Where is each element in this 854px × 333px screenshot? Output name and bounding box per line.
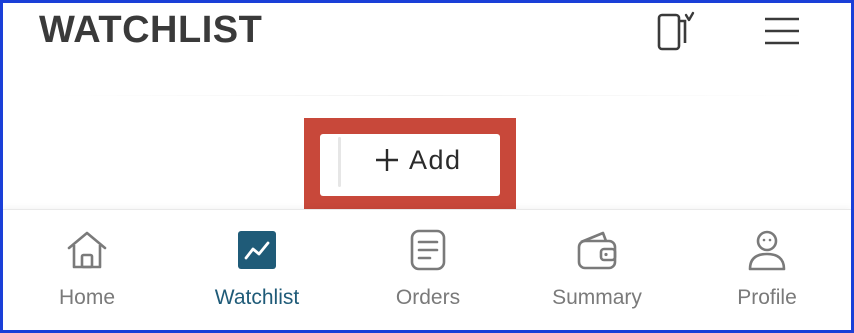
app-frame: WATCHLIST Add Home Watchlist Orders Summ… xyxy=(0,0,854,333)
watchlist-chart-icon xyxy=(235,228,279,272)
wallet-icon xyxy=(575,228,619,272)
add-button[interactable]: Add xyxy=(375,139,462,181)
plus-icon xyxy=(375,148,399,172)
header: WATCHLIST xyxy=(3,3,851,93)
add-card-edge xyxy=(338,137,341,187)
profile-icon xyxy=(745,228,789,272)
menu-button[interactable] xyxy=(761,7,805,55)
nav-label-summary: Summary xyxy=(552,286,642,309)
hamburger-menu-icon xyxy=(761,7,805,55)
phone-rotate-icon xyxy=(655,7,699,55)
nav-label-orders: Orders xyxy=(395,286,461,309)
header-divider xyxy=(43,95,813,96)
orders-document-icon xyxy=(406,228,450,272)
nav-item-home[interactable]: Home xyxy=(47,210,127,330)
nav-item-orders[interactable]: Orders xyxy=(383,210,473,330)
nav-label-profile: Profile xyxy=(737,286,797,309)
page-title: WATCHLIST xyxy=(39,9,263,51)
home-icon xyxy=(65,228,109,272)
phone-rotate-button[interactable] xyxy=(655,7,699,55)
add-button-label: Add xyxy=(409,144,462,175)
nav-label-watchlist: Watchlist xyxy=(214,286,300,309)
nav-item-profile[interactable]: Profile xyxy=(727,210,807,330)
nav-item-summary[interactable]: Summary xyxy=(539,210,655,330)
nav-item-watchlist[interactable]: Watchlist xyxy=(199,210,315,330)
bottom-nav: Home Watchlist Orders Summary Profile xyxy=(3,209,851,330)
nav-label-home: Home xyxy=(58,286,116,309)
